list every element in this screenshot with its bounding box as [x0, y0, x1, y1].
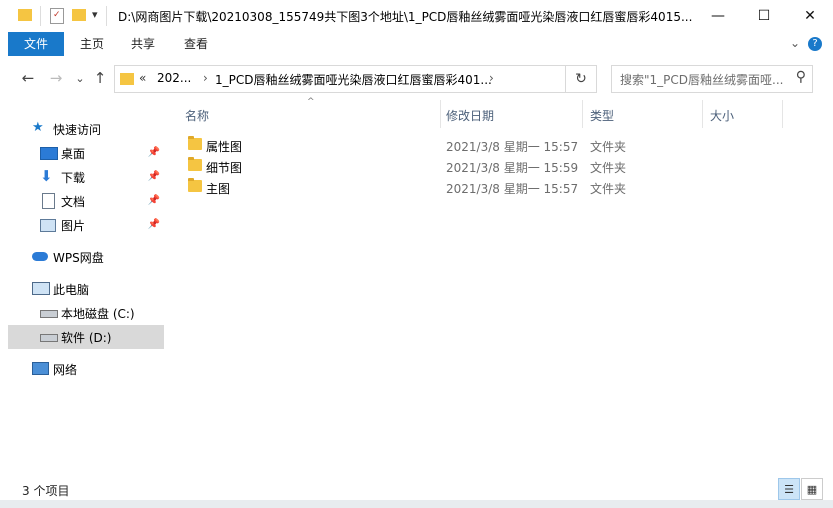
column-divider[interactable] [440, 100, 441, 128]
folder-icon [120, 73, 134, 85]
divider [40, 6, 41, 26]
back-button[interactable]: ← [18, 68, 38, 88]
column-divider[interactable] [782, 100, 783, 128]
ribbon-tabs: 文件 主页 共享 查看 ⌄ ? [0, 32, 833, 57]
column-header: ^ 名称 修改日期 类型 大小 [172, 97, 833, 128]
address-bar[interactable]: « 202... › 1_PCD唇釉丝绒雾面哑光染唇液口红唇蜜唇彩401... … [114, 65, 566, 93]
column-name[interactable]: 名称 [185, 107, 209, 124]
address-separator[interactable]: › [203, 71, 208, 85]
sidebar-item-label: 图片 [61, 219, 86, 233]
help-icon[interactable]: ? [808, 37, 822, 51]
file-date: 2021/3/8 星期一 15:57 [446, 140, 579, 154]
address-dropdown[interactable]: › [489, 71, 494, 85]
sidebar-item-downloads[interactable]: ⬇ 下载 📌 [8, 165, 164, 189]
sidebar-item-label: 软件 (D:) [61, 331, 112, 345]
search-input[interactable]: 搜索"1_PCD唇釉丝绒雾面哑... ⚲ [611, 65, 813, 93]
tab-share[interactable]: 共享 [123, 32, 163, 56]
file-name: 属性图 [206, 140, 243, 154]
star-icon: ★ [32, 120, 44, 135]
column-size[interactable]: 大小 [710, 107, 734, 124]
status-bar: 3 个项目 ☰ ▦ [0, 478, 833, 500]
file-date: 2021/3/8 星期一 15:57 [446, 182, 579, 196]
file-date: 2021/3/8 星期一 15:59 [446, 161, 579, 175]
computer-icon [32, 282, 50, 295]
sidebar-item-desktop[interactable]: 桌面 📌 [8, 141, 164, 165]
navigation-bar: ← → ⌄ ↑ « 202... › 1_PCD唇釉丝绒雾面哑光染唇液口红唇蜜唇… [0, 56, 833, 100]
details-view-icon[interactable]: ☰ [778, 478, 800, 500]
column-divider[interactable] [582, 100, 583, 128]
large-icons-view-icon[interactable]: ▦ [801, 478, 823, 500]
folder-icon [18, 9, 32, 21]
sidebar-item-label: 网络 [53, 363, 78, 377]
table-row[interactable]: 主图 2021/3/8 星期一 15:57 文件夹 [172, 177, 833, 198]
file-type: 文件夹 [590, 161, 627, 175]
navigation-pane: ★ 快速访问 桌面 📌 ⬇ 下载 📌 文档 📌 图片 📌 WPS网盘 此电脑 本… [0, 100, 172, 470]
sidebar-item-wps-cloud[interactable]: WPS网盘 [8, 245, 164, 269]
cloud-icon [32, 252, 48, 261]
up-button[interactable]: ↑ [90, 68, 110, 88]
file-type: 文件夹 [590, 182, 627, 196]
pin-icon[interactable]: 📌 [148, 147, 160, 158]
pin-icon[interactable]: 📌 [148, 195, 160, 206]
desktop-icon [40, 147, 58, 160]
maximize-button[interactable]: ☐ [741, 0, 787, 32]
pin-icon[interactable]: 📌 [148, 171, 160, 182]
sidebar-item-network[interactable]: 网络 [8, 357, 164, 381]
folder-icon [188, 178, 202, 192]
properties-icon[interactable]: ✓ [50, 8, 64, 24]
sidebar-item-label: 本地磁盘 (C:) [61, 307, 135, 321]
search-icon[interactable]: ⚲ [796, 69, 806, 85]
tab-file[interactable]: 文件 [8, 32, 64, 56]
download-icon: ⬇ [40, 167, 53, 185]
table-row[interactable]: 细节图 2021/3/8 星期一 15:59 文件夹 [172, 156, 833, 177]
drive-icon [40, 334, 58, 342]
item-count: 3 个项目 [22, 484, 70, 498]
sidebar-item-label: 此电脑 [53, 283, 90, 297]
customize-toolbar-dropdown[interactable]: ▾ [92, 8, 98, 21]
new-folder-icon[interactable] [72, 9, 86, 21]
close-button[interactable]: ✕ [787, 0, 833, 32]
title-bar: ✓ ▾ D:\网商图片下载\20210308_155749共下图3个地址\1_P… [0, 0, 833, 32]
minimize-button[interactable]: — [695, 0, 741, 32]
sidebar-item-drive-d[interactable]: 软件 (D:) [8, 325, 164, 349]
column-date[interactable]: 修改日期 [446, 107, 494, 124]
window-title: D:\网商图片下载\20210308_155749共下图3个地址\1_PCD唇釉… [118, 10, 693, 24]
ribbon-expand-icon[interactable]: ⌄ [790, 36, 800, 50]
address-segment[interactable]: 1_PCD唇釉丝绒雾面哑光染唇液口红唇蜜唇彩401... [215, 71, 492, 88]
recent-locations-button[interactable]: ⌄ [70, 68, 90, 88]
folder-icon [188, 136, 202, 150]
pin-icon[interactable]: 📌 [148, 219, 160, 230]
sidebar-item-pictures[interactable]: 图片 📌 [8, 213, 164, 237]
column-type[interactable]: 类型 [590, 107, 614, 124]
file-type: 文件夹 [590, 140, 627, 154]
refresh-button[interactable]: ↻ [566, 65, 597, 93]
sort-indicator: ^ [307, 97, 315, 107]
sidebar-item-drive-c[interactable]: 本地磁盘 (C:) [8, 301, 164, 325]
document-icon [42, 193, 55, 209]
table-row[interactable]: 属性图 2021/3/8 星期一 15:57 文件夹 [172, 135, 833, 156]
network-icon [32, 362, 49, 375]
taskbar-strip [0, 500, 833, 508]
drive-icon [40, 310, 58, 318]
sidebar-item-label: 文档 [61, 195, 86, 209]
file-name: 细节图 [206, 161, 243, 175]
picture-icon [40, 219, 56, 232]
column-divider[interactable] [702, 100, 703, 128]
folder-icon [188, 157, 202, 171]
sidebar-item-label: 快速访问 [53, 123, 102, 137]
tab-home[interactable]: 主页 [72, 32, 112, 56]
address-overflow[interactable]: « [139, 71, 146, 85]
forward-button[interactable]: → [46, 68, 66, 88]
sidebar-item-label: 下载 [61, 171, 86, 185]
tab-view[interactable]: 查看 [176, 32, 216, 56]
file-name: 主图 [206, 182, 231, 196]
sidebar-item-quick-access[interactable]: ★ 快速访问 [8, 117, 164, 141]
search-placeholder: 搜索"1_PCD唇釉丝绒雾面哑... [620, 73, 784, 87]
divider [106, 6, 107, 26]
sidebar-item-label: WPS网盘 [53, 251, 104, 265]
sidebar-item-documents[interactable]: 文档 📌 [8, 189, 164, 213]
sidebar-item-label: 桌面 [61, 147, 86, 161]
sidebar-item-this-pc[interactable]: 此电脑 [8, 277, 164, 301]
address-segment[interactable]: 202... [157, 71, 191, 85]
